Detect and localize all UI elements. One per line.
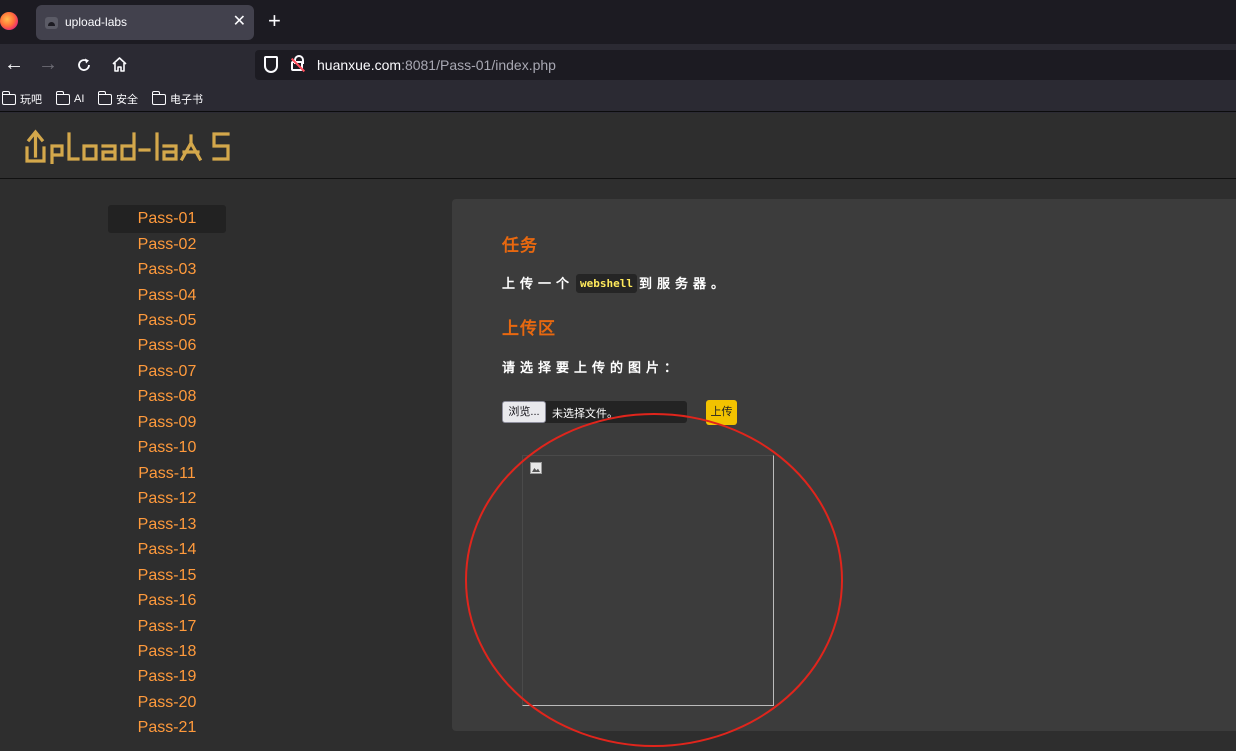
tab-bar: upload-labs ✕ + [0,0,1236,44]
red-annotation-circle [465,413,843,747]
sidebar-item-pass-02[interactable]: Pass-02 [108,231,226,259]
url-text[interactable]: huanxue.com:8081/Pass-01/index.php [317,57,556,73]
sidebar-item-pass-14[interactable]: Pass-14 [108,536,226,564]
sidebar-item-pass-18[interactable]: Pass-18 [108,638,226,666]
sidebar-item-pass-19[interactable]: Pass-19 [108,663,226,691]
upload-prompt: 请选择要上传的图片： [502,360,683,375]
tracking-shield-icon[interactable] [264,56,278,73]
back-arrow-icon[interactable]: ← [4,53,24,75]
close-icon[interactable]: ✕ [233,11,246,31]
bookmark-label: AI [74,93,85,105]
folder-icon [55,90,70,105]
sidebar-item-pass-16[interactable]: Pass-16 [108,587,226,615]
bookmark-folder-ai[interactable]: AI [55,90,85,108]
bookmark-label: 安全 [116,94,138,106]
url-host: huanxue.com [317,57,402,73]
sidebar-item-pass-12[interactable]: Pass-12 [108,485,226,513]
tab-favicon-icon [45,17,58,29]
bookmark-label: 电子书 [170,94,203,106]
sidebar-item-pass-11[interactable]: Pass-11 [108,460,226,488]
forward-arrow-icon[interactable]: → [38,53,58,75]
bookmark-label: 玩吧 [20,94,42,106]
sidebar-item-pass-17[interactable]: Pass-17 [108,613,226,641]
reload-icon[interactable] [76,57,92,73]
firefox-icon[interactable] [0,12,18,30]
bookmark-folder-wanba[interactable]: 玩吧 [1,90,42,108]
new-tab-plus-icon[interactable]: + [268,8,281,34]
folder-icon [1,90,16,105]
upload-heading: 上传区 [502,319,556,338]
sidebar-item-pass-07[interactable]: Pass-07 [108,358,226,386]
sidebar-item-pass-06[interactable]: Pass-06 [108,332,226,360]
bookmarks-toolbar: 玩吧 AI 安全 电子书 [0,86,1236,112]
home-icon[interactable] [111,56,128,73]
sidebar-item-pass-09[interactable]: Pass-09 [108,409,226,437]
browse-button[interactable]: 浏览... [502,401,546,423]
tab-upload-labs[interactable]: upload-labs ✕ [36,5,254,40]
sidebar-item-pass-15[interactable]: Pass-15 [108,562,226,590]
url-path: :8081/Pass-01/index.php [401,57,556,73]
sidebar-item-pass-01[interactable]: Pass-01 [108,205,226,233]
webshell-code: webshell [576,274,637,293]
site-header [0,113,1236,179]
upload-labs-logo[interactable] [24,126,254,164]
sidebar-item-pass-21[interactable]: Pass-21 [108,714,226,742]
task-heading: 任务 [502,236,538,255]
folder-icon [97,90,112,105]
task-prefix: 上传一个 [502,276,575,291]
tab-title: upload-labs [65,15,128,29]
task-suffix: 到服务器。 [639,276,730,291]
sidebar-item-pass-10[interactable]: Pass-10 [108,434,226,462]
sidebar-item-pass-04[interactable]: Pass-04 [108,282,226,310]
sidebar-item-pass-20[interactable]: Pass-20 [108,689,226,717]
sidebar-item-pass-13[interactable]: Pass-13 [108,511,226,539]
bookmark-folder-ebooks[interactable]: 电子书 [151,90,203,108]
sidebar-item-pass-08[interactable]: Pass-08 [108,383,226,411]
bookmark-folder-security[interactable]: 安全 [97,90,138,108]
sidebar-item-pass-03[interactable]: Pass-03 [108,256,226,284]
folder-icon [151,90,166,105]
url-bar[interactable]: huanxue.com:8081/Pass-01/index.php [255,50,1236,80]
sidebar-item-pass-05[interactable]: Pass-05 [108,307,226,335]
task-description: 上传一个 webshell 到服务器。 [502,273,729,293]
